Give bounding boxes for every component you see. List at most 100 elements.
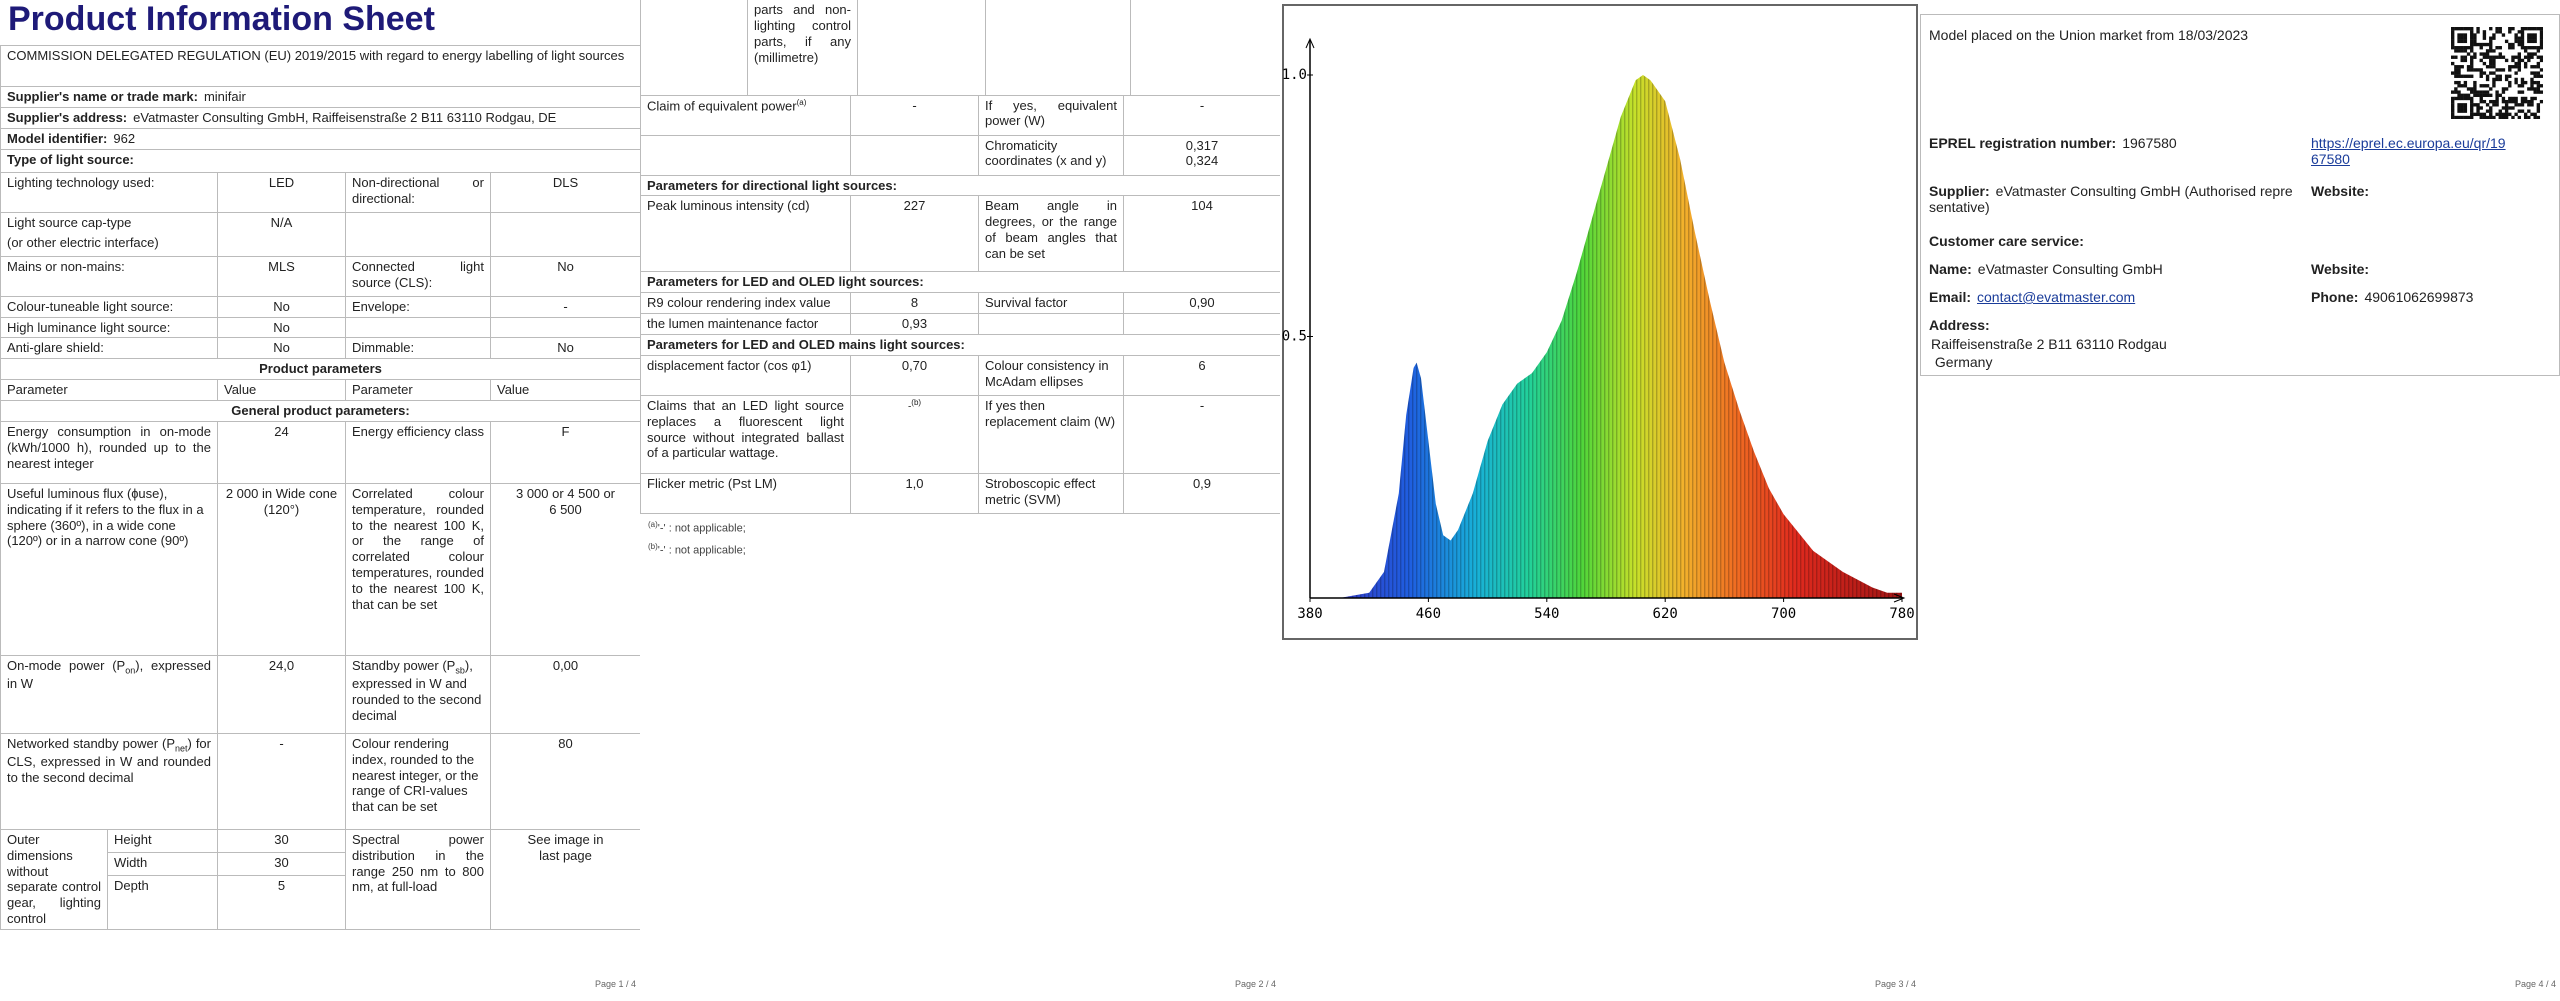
directional-value: DLS xyxy=(489,171,640,213)
cap-type-label-2: (or other electric interface) xyxy=(7,234,159,250)
lumen-maint-label: the lumen maintenance factor xyxy=(640,313,851,335)
y-tick-label: 1.0 xyxy=(1282,67,1307,83)
flux-value: 2 000 in Wide cone (120°) xyxy=(217,482,346,656)
standby-value: 0,00 xyxy=(489,654,640,734)
page-3: 380 460 540 620 700 780 0.5 1.0 Page 3 / 4 xyxy=(1280,0,1920,1001)
website-label: Website: xyxy=(2311,183,2370,199)
strobo-label: Stroboscopic effect metric (SVM) xyxy=(978,472,1124,514)
dimmable-value: No xyxy=(489,337,640,360)
model-identifier: 962 xyxy=(113,130,136,146)
led-heading: Parameters for LED and OLED light source… xyxy=(640,271,1280,294)
cls-label: Connected light source (CLS): xyxy=(345,255,491,297)
claim-equiv-value: - xyxy=(850,94,979,136)
networked-value: - xyxy=(217,732,346,830)
eprel-row: EPREL registration number: 1967580 xyxy=(1929,135,2177,151)
general-params-heading: General product parameters: xyxy=(0,399,640,422)
chroma-y: 0,324 xyxy=(1185,153,1219,169)
model-label: Model identifier: xyxy=(7,130,108,146)
antiglare-value: No xyxy=(217,337,346,360)
footnote-a: (a)'-' : not applicable; xyxy=(648,519,746,535)
email-link[interactable]: contact@evatmaster.com xyxy=(1977,289,2135,305)
supplier-name-label: Supplier's name or trade mark: xyxy=(7,89,198,105)
spectrum-chart: 380 460 540 620 700 780 0.5 1.0 xyxy=(1282,4,1918,640)
mains-value: MLS xyxy=(217,255,346,297)
height-label: Height xyxy=(107,828,218,854)
beam-label: Beam angle in degrees, or the range of b… xyxy=(978,195,1124,273)
tuneable-label: Colour-tuneable light source: xyxy=(0,295,218,318)
mains-label: Mains or non-mains: xyxy=(0,255,218,297)
address-text: Raiffeisenstraße 2 B11 63110 Rodgau Germ… xyxy=(1931,336,2167,371)
chroma-label: Chromaticity coordinates (x and y) xyxy=(978,134,1124,176)
outer-dim-label: Outer dimensions without separate contro… xyxy=(0,828,108,930)
eprel-link[interactable]: https://eprel.ec.europa.eu/qr/19 67580 xyxy=(2311,135,2531,167)
mains-heading: Parameters for LED and OLED mains light … xyxy=(640,333,1280,356)
website-label-2: Website: xyxy=(2311,261,2370,277)
displacement-value: 0,70 xyxy=(850,354,979,396)
dim-continued-label: parts and non-lighting control parts, if… xyxy=(747,0,858,96)
supplier-address: eVatmaster Consulting GmbH, Raiffeisenst… xyxy=(133,109,557,125)
tuneable-value: No xyxy=(217,295,346,318)
r9-label: R9 colour rendering index value xyxy=(640,292,851,315)
spectral-value: See image in last page xyxy=(490,828,640,930)
email-row: Email: contact@evatmaster.com xyxy=(1929,289,2136,305)
equiv-power-value: - xyxy=(1123,94,1280,136)
onmode-value: 24,0 xyxy=(217,654,346,734)
lighting-tech-label: Lighting technology used: xyxy=(0,171,218,213)
survival-label: Survival factor xyxy=(978,292,1124,315)
page-4: Model placed on the Union market from 18… xyxy=(1920,0,2560,1001)
depth-value: 5 xyxy=(217,875,346,930)
energy-label: Energy consumption in on-mode (kWh/1000 … xyxy=(0,420,218,484)
market-date-text: Model placed on the Union market from 18… xyxy=(1929,27,2249,43)
product-params-heading: Product parameters xyxy=(0,358,640,381)
page-number: Page 4 / 4 xyxy=(2514,979,2556,989)
page-number: Page 1 / 4 xyxy=(594,979,636,989)
supplier-row: Supplier: eVatmaster Consulting GmbH (Aut… xyxy=(1929,183,2293,215)
supplier-name: minifair xyxy=(203,89,246,105)
dimensions-table: Outer dimensions without separate contro… xyxy=(0,828,640,930)
cri-value: 80 xyxy=(489,732,640,830)
col-parameter-2: Parameter xyxy=(345,379,491,401)
antiglare-label: Anti-glare shield: xyxy=(0,337,218,360)
x-tick-label: 700 xyxy=(1771,606,1796,622)
width-value: 30 xyxy=(217,852,346,877)
efficiency-class-value: F xyxy=(489,420,640,484)
product-info-table: COMMISSION DELEGATED REGULATION (EU) 201… xyxy=(0,45,640,830)
flicker-value: 1,0 xyxy=(850,472,979,514)
claims-led-label: Claims that an LED light source replaces… xyxy=(640,394,851,474)
supplier-info-box: Model placed on the Union market from 18… xyxy=(1920,14,2560,376)
page-1: Product Information Sheet COMMISSION DEL… xyxy=(0,0,640,1001)
regulation-text: COMMISSION DELEGATED REGULATION (EU) 201… xyxy=(0,45,640,88)
customer-care-heading: Customer care service: xyxy=(1929,233,2084,249)
width-label: Width xyxy=(107,852,218,877)
cls-value: No xyxy=(489,255,640,297)
claim-equiv-label: Claim of equivalent power(a) xyxy=(640,94,851,136)
cct-label: Correlated colour temperature, rounded t… xyxy=(345,482,491,656)
equiv-power-label: If yes, equivalent power (W) xyxy=(978,94,1124,136)
col-parameter: Parameter xyxy=(0,379,218,401)
address-label: Address: xyxy=(1929,317,1990,333)
params-table: parts and non-lighting control parts, if… xyxy=(640,0,1280,96)
page-2: parts and non-lighting control parts, if… xyxy=(640,0,1280,1001)
energy-value: 24 xyxy=(217,420,346,484)
peak-value: 227 xyxy=(850,195,979,273)
flicker-label: Flicker metric (Pst LM) xyxy=(640,472,851,514)
cap-type-value: N/A xyxy=(217,211,346,257)
directional-label: Non-directional or directional: xyxy=(345,171,491,213)
onmode-label: On-mode power (Pon), expressed in W xyxy=(0,654,218,734)
consistency-value: 6 xyxy=(1123,354,1280,396)
survival-value: 0,90 xyxy=(1123,292,1280,315)
eprel-number: 1967580 xyxy=(2122,135,2177,151)
page-number: Page 2 / 4 xyxy=(1234,979,1276,989)
qr-code-icon[interactable] xyxy=(2451,27,2543,119)
col-value-2: Value xyxy=(489,379,640,401)
phone-row: Phone: 49061062699873 xyxy=(2311,289,2474,305)
dimmable-label: Dimmable: xyxy=(345,337,491,360)
beam-value: 104 xyxy=(1123,195,1280,273)
high-luminance-label: High luminance light source: xyxy=(0,316,218,339)
care-name-row: Name: eVatmaster Consulting GmbH xyxy=(1929,261,2163,277)
cri-label: Colour rendering index, rounded to the n… xyxy=(345,732,491,830)
supplier-address-label: Supplier's address: xyxy=(7,109,128,125)
params-table-2: Claim of equivalent power(a) - If yes, e… xyxy=(640,94,1280,514)
x-tick-label: 540 xyxy=(1534,606,1559,622)
depth-label: Depth xyxy=(107,875,218,930)
